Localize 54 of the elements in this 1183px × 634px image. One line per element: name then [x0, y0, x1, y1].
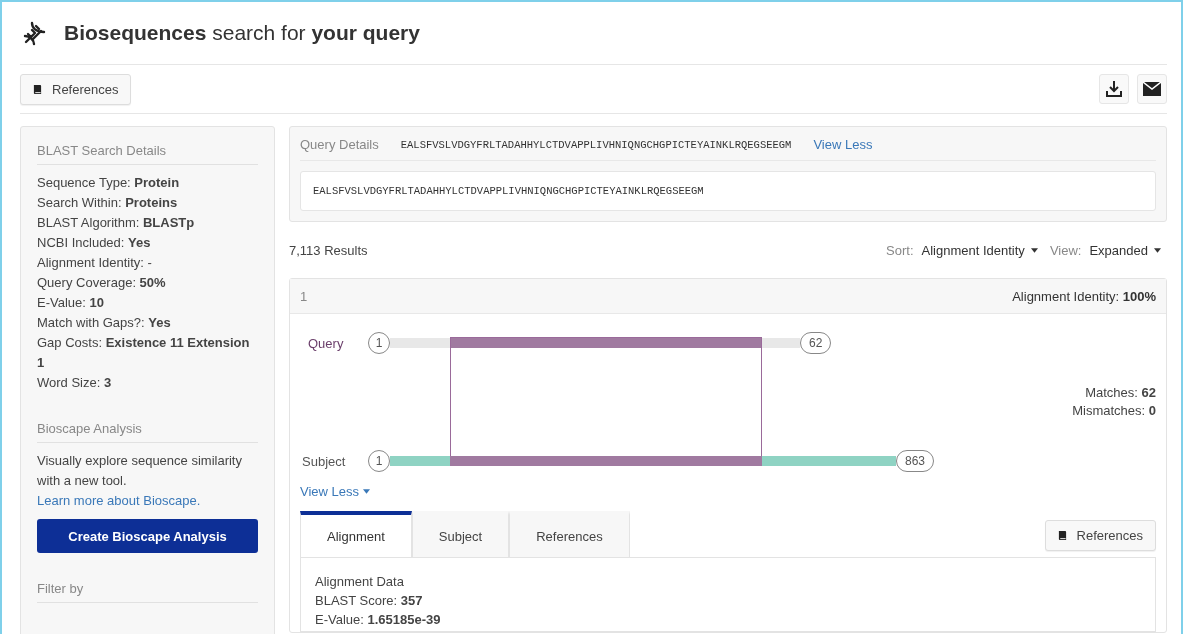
detail-text: Search Within: Proteins	[37, 194, 179, 212]
detail-text: Gap Costs: Existence 11 Extension 1	[37, 334, 251, 372]
detail-text: Query Coverage: 50%	[37, 274, 167, 292]
detail-text: Match with Gaps?: Yes	[37, 314, 172, 332]
view-label: View:	[1049, 242, 1082, 258]
book-icon	[1057, 530, 1067, 541]
detail-text: BLAST Algorithm: BLASTp	[37, 214, 196, 232]
position-badge: 62	[800, 332, 832, 354]
alignment-text: E-Value: 1.65185e-39	[315, 611, 442, 629]
book-icon	[33, 83, 42, 95]
download-icon	[1105, 80, 1123, 98]
sort-dropdown[interactable]: Alignment Identity	[919, 242, 1044, 258]
position-badge: 1	[368, 450, 390, 472]
track-label: Subject	[301, 453, 347, 469]
page-title: Biosequences search for your query	[64, 21, 420, 45]
references-button[interactable]: References	[1044, 520, 1156, 551]
section-heading: Filter by	[37, 581, 258, 603]
query-label: Query Details	[300, 137, 379, 152]
tab[interactable]: Subject	[411, 511, 510, 557]
caret-icon	[1030, 247, 1038, 253]
position-badge: 863	[896, 450, 935, 472]
detail-text: E-Value: 10	[37, 294, 105, 312]
description-text: Visually explore sequence similarity with a new tool. Learn more about Bioscape.	[37, 452, 243, 510]
detail-text: Alignment Identity: -	[37, 254, 153, 272]
section-heading: Bioscape Analysis	[37, 421, 258, 443]
result-number: 1	[300, 288, 308, 304]
matches-text: Matches: 62	[1084, 384, 1156, 402]
identity-text: Alignment Identity: 100%	[1012, 288, 1156, 304]
mismatches-text: Mismatches: 0	[1072, 402, 1156, 420]
sort-label: Sort:	[886, 242, 914, 258]
position-badge: 1	[368, 332, 390, 354]
detail-text: Word Size: 3	[37, 374, 113, 392]
tab[interactable]: Alignment	[300, 511, 412, 557]
references-button[interactable]: References	[20, 73, 132, 105]
learn-more-link[interactable]: Learn more about Bioscape.	[37, 493, 201, 508]
tab[interactable]: References	[509, 511, 630, 557]
sequence-text: EALSFVSLVDGYFRLTADAHHYLCTDVAPPLIVHNIQNGCHGPICTEYAINKLRQEGSEEGM	[400, 138, 792, 151]
section-heading: BLAST Search Details	[37, 143, 258, 165]
track-label: Query	[307, 335, 345, 351]
detail-text: NCBI Included: Yes	[37, 234, 152, 252]
email-button[interactable]	[1137, 74, 1167, 104]
view-dropdown[interactable]: Expanded	[1087, 242, 1167, 258]
sequence-field: EALSFVSLVDGYFRLTADAHHYLCTDVAPPLIVHNIQNGCHGPICTEYAINKLRQEGSEEGM	[300, 171, 1156, 211]
view-less-link[interactable]: View Less	[813, 137, 873, 152]
caret-icon	[363, 489, 370, 494]
results-count: 7,113 Results	[289, 242, 368, 258]
alignment-text: Alignment Data	[315, 573, 405, 591]
detail-text: Sequence Type: Protein	[37, 174, 181, 192]
caret-icon	[1154, 247, 1161, 253]
envelope-icon	[1143, 82, 1161, 96]
alignment-text: BLAST Score: 357	[315, 592, 424, 610]
create-analysis-button[interactable]: Create Bioscape Analysis	[37, 519, 258, 553]
view-less-link[interactable]: View Less	[300, 484, 370, 499]
download-button[interactable]	[1099, 74, 1129, 104]
